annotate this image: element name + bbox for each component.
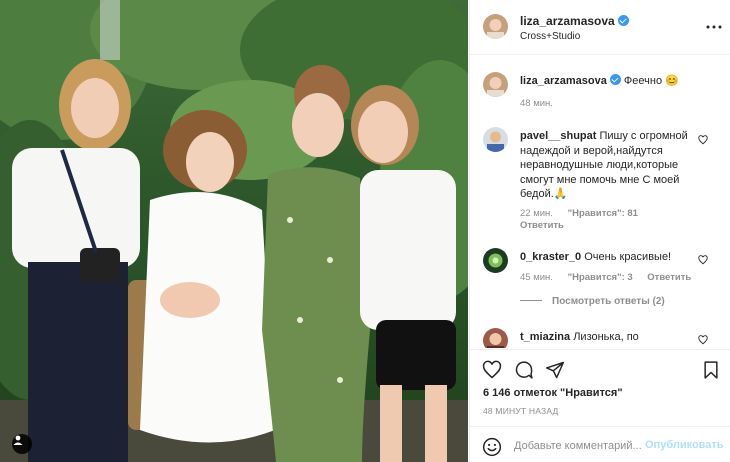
post-actions: 6 146 отметок "Нравится" 48 МИНУТ НАЗАД … <box>470 349 730 459</box>
comment-text: Очень красивые! <box>584 251 672 263</box>
comment-avatar[interactable] <box>483 127 508 152</box>
post-photo[interactable] <box>0 0 468 462</box>
comment-username[interactable]: 0_kraster_0 <box>520 251 581 263</box>
caption: liza_arzamasova Феечно 😊 <box>520 74 696 89</box>
reply-button[interactable]: Ответить <box>647 272 691 283</box>
comment-button[interactable] <box>514 360 534 380</box>
divider <box>520 300 542 301</box>
comment-avatar[interactable] <box>483 248 508 273</box>
more-icon <box>706 25 722 29</box>
share-button[interactable] <box>545 360 565 380</box>
post-time-ago[interactable]: 48 МИНУТ НАЗАД <box>483 406 558 416</box>
photo-illustration <box>0 0 468 462</box>
likes-count[interactable]: 6 146 отметок "Нравится" <box>483 387 623 399</box>
comment-item: 0_kraster_0 Очень красивые! <box>520 250 696 265</box>
comment-like-button[interactable] <box>698 134 708 145</box>
verified-icon <box>609 74 621 85</box>
heart-icon <box>482 360 502 379</box>
heart-icon <box>698 335 708 345</box>
comment-item: t_miazina Лизонька, по <box>520 330 696 345</box>
comment-meta: 22 мин. "Нравится": 81 <box>520 208 650 219</box>
caption-username[interactable]: liza_arzamasova <box>520 75 607 87</box>
share-icon <box>545 361 565 379</box>
emoji-icon <box>482 437 502 457</box>
reply-button[interactable]: Ответить <box>520 220 564 231</box>
comment-time[interactable]: 22 мин. <box>520 208 553 219</box>
add-comment-form: Опубликовать <box>470 426 730 462</box>
save-button[interactable] <box>701 360 721 380</box>
user-tag-icon <box>13 435 23 445</box>
comment-icon <box>515 361 533 379</box>
author-username[interactable]: liza_arzamasova <box>520 14 615 28</box>
caption-time[interactable]: 48 мин. <box>520 98 553 109</box>
user-tag-button[interactable] <box>12 434 32 454</box>
comment-username[interactable]: pavel__shupat <box>520 130 596 142</box>
post-side-panel: liza_arzamasova Cross+Studio liza_arzama… <box>469 0 730 462</box>
post-header: liza_arzamasova Cross+Studio <box>470 0 730 55</box>
comment-likes[interactable]: "Нравится": 81 <box>568 208 638 219</box>
comment-avatar[interactable] <box>483 328 508 348</box>
comment-input[interactable] <box>514 437 664 455</box>
comment-meta: 45 мин. "Нравится": 3 Ответить <box>520 272 703 283</box>
comments-list[interactable]: liza_arzamasova Феечно 😊 48 мин. pavel__… <box>470 56 730 348</box>
comment-like-button[interactable] <box>698 254 708 265</box>
emoji-button[interactable] <box>482 437 502 457</box>
publish-comment-button[interactable]: Опубликовать <box>645 439 724 451</box>
like-button[interactable] <box>482 360 502 380</box>
verified-icon <box>617 15 629 26</box>
comment-text: Лизонька, по <box>573 331 639 343</box>
caption-avatar[interactable] <box>483 72 508 97</box>
comment-likes[interactable]: "Нравится": 3 <box>568 272 633 283</box>
more-options-button[interactable] <box>705 18 723 36</box>
caption-meta: 48 мин. <box>520 98 565 109</box>
heart-icon <box>698 255 708 265</box>
caption-text: Феечно 😊 <box>623 75 679 87</box>
comment-item: pavel__shupat Пишу с огромной надеждой и… <box>520 129 696 202</box>
author-avatar[interactable] <box>483 14 508 39</box>
comment-like-button[interactable] <box>698 334 708 345</box>
comment-username[interactable]: t_miazina <box>520 331 570 343</box>
heart-icon <box>698 135 708 145</box>
post-location[interactable]: Cross+Studio <box>520 31 580 42</box>
save-icon <box>704 361 718 379</box>
comment-time[interactable]: 45 мин. <box>520 272 553 283</box>
view-replies-button[interactable]: Посмотреть ответы (2) <box>520 296 665 307</box>
